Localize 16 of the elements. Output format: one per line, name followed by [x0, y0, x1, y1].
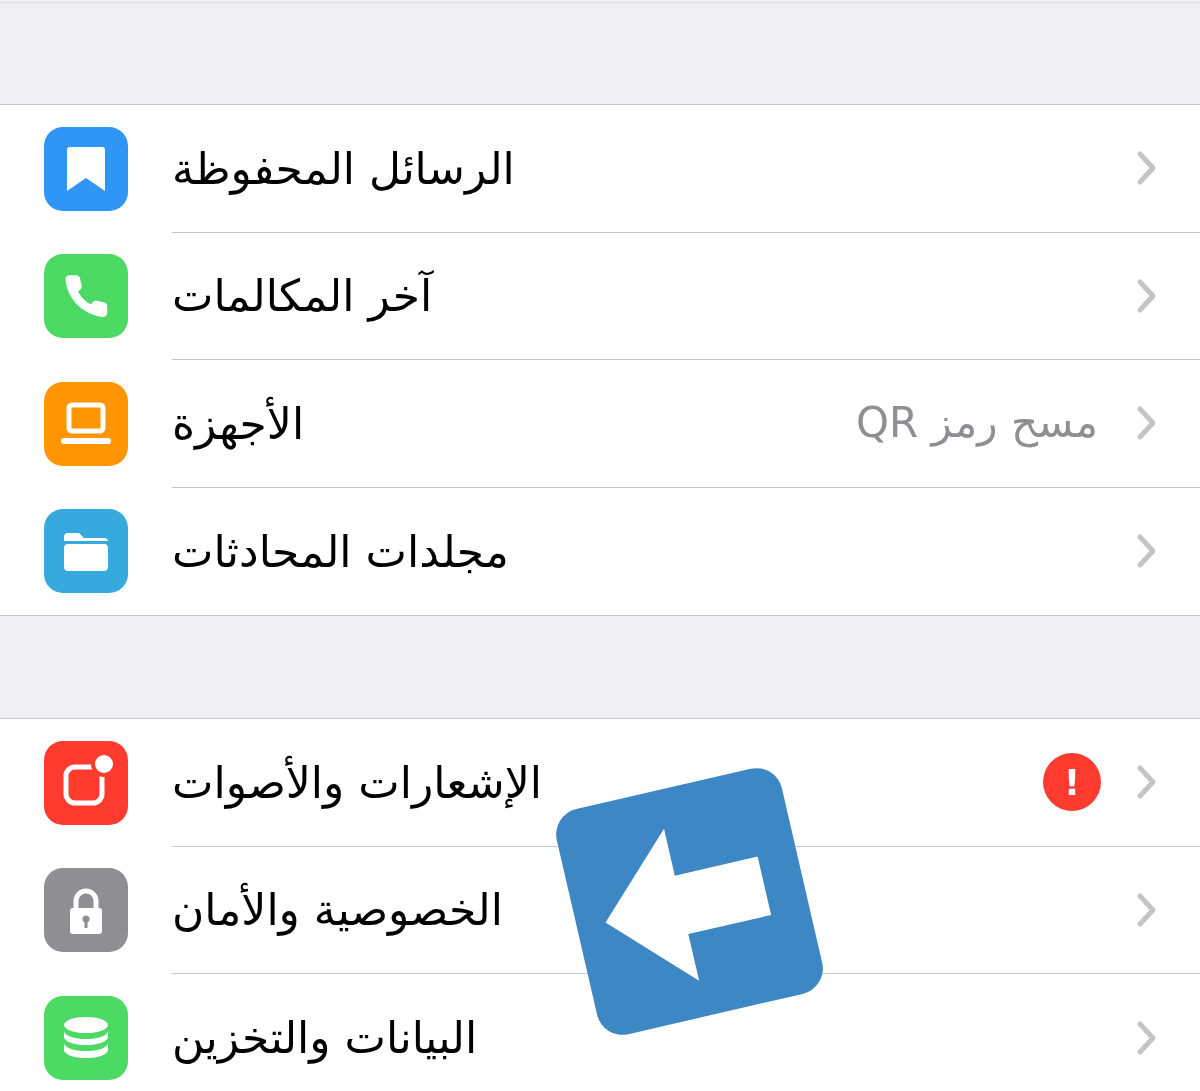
settings-label[interactable]: الخصوصية والأمان [172, 881, 503, 939]
settings-label[interactable]: آخر المكالمات [172, 267, 433, 325]
chevron-icon [1136, 891, 1158, 928]
settings-label[interactable]: البيانات والتخزين [172, 1009, 478, 1067]
chevron-icon [1136, 277, 1158, 314]
chevron-icon [1136, 764, 1158, 801]
chevron-icon [1136, 1019, 1158, 1056]
value-text: مسح رمز QR [856, 396, 1098, 450]
chevron-icon [1136, 405, 1158, 442]
settings-label[interactable]: الرسائل المحفوظة [172, 139, 515, 197]
settings-label[interactable]: مجلدات المحادثات [172, 522, 509, 580]
settings-label[interactable]: الأجهزة [172, 394, 305, 452]
chevron-icon [1136, 150, 1158, 187]
alert-badge: ! [1043, 753, 1101, 812]
chevron-icon [1136, 533, 1158, 570]
settings-label[interactable]: الإشعارات والأصوات [172, 753, 542, 811]
